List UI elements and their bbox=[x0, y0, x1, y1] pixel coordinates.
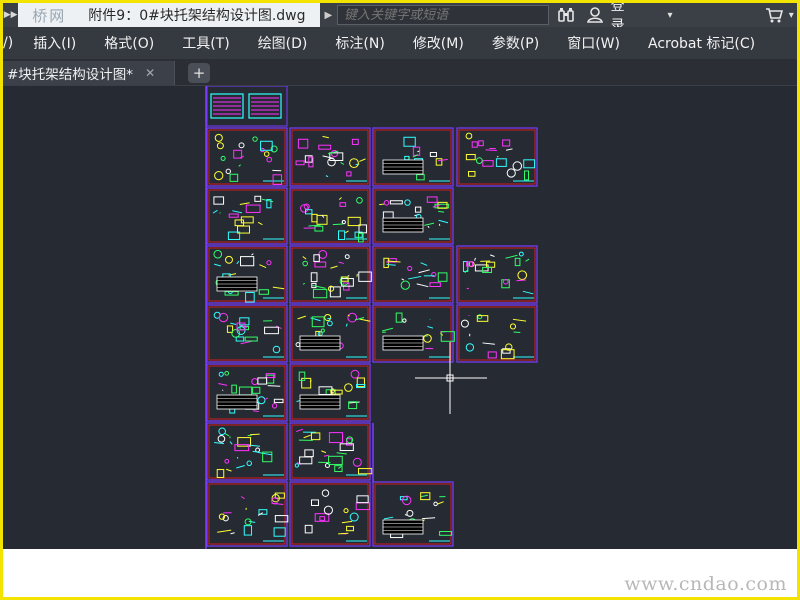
tab-active-drawing[interactable]: #块托架结构设计图* ✕ bbox=[3, 61, 175, 85]
menu-item-draw[interactable]: 绘图(D) bbox=[258, 33, 336, 53]
autocad-window: ▶▶ 桥网 附件9：0#块托架结构设计图.dwg ▶ 登录 ▾ ▾ /) 插入(… bbox=[3, 3, 797, 597]
menu-item-modify[interactable]: 修改(M) bbox=[413, 33, 492, 53]
menu-item-insert[interactable]: 插入(I) bbox=[33, 33, 104, 53]
dropdown-arrow-icon[interactable]: ▾ bbox=[663, 3, 676, 27]
bottom-panel: www.cndao.com bbox=[3, 549, 797, 597]
menu-item-window[interactable]: 窗口(W) bbox=[567, 33, 648, 53]
drawing-sheet bbox=[289, 304, 371, 363]
menu-item-view-partial[interactable]: /) bbox=[3, 35, 33, 51]
document-tab-bar: #块托架结构设计图* ✕ + bbox=[3, 59, 797, 85]
watermark: www.cndao.com bbox=[624, 573, 787, 595]
title-bar: ▶▶ 桥网 附件9：0#块托架结构设计图.dwg ▶ 登录 ▾ ▾ bbox=[3, 3, 797, 34]
app-menu-icon[interactable]: ▶▶ bbox=[3, 3, 18, 27]
menu-item-format[interactable]: 格式(O) bbox=[104, 33, 182, 53]
menu-item-parametric[interactable]: 参数(P) bbox=[492, 33, 567, 53]
menu-item-acrobat[interactable]: Acrobat 标记(C) bbox=[648, 33, 755, 53]
search-arrow-icon[interactable]: ▶ bbox=[320, 3, 337, 27]
tab-label: #块托架结构设计图* bbox=[7, 67, 134, 83]
binoculars-icon[interactable] bbox=[549, 3, 583, 27]
drawing-sheet bbox=[372, 245, 454, 304]
menu-bar: /) 插入(I) 格式(O) 工具(T) 绘图(D) 标注(N) 修改(M) 参… bbox=[3, 27, 797, 59]
drawing-sheet bbox=[206, 363, 288, 422]
drawing-sheet bbox=[456, 245, 538, 304]
new-tab-button[interactable]: + bbox=[188, 63, 210, 83]
drawing-sheet bbox=[456, 304, 538, 363]
drawing-sheet bbox=[206, 127, 288, 187]
drawing-sheet bbox=[206, 245, 288, 304]
close-icon[interactable]: ✕ bbox=[145, 66, 155, 80]
menu-item-dimension[interactable]: 标注(N) bbox=[335, 33, 412, 53]
menu-item-tools[interactable]: 工具(T) bbox=[182, 33, 257, 53]
cart-dropdown-icon[interactable]: ▾ bbox=[786, 3, 797, 27]
site-logo: 桥网 bbox=[18, 3, 75, 27]
drawing-canvas[interactable] bbox=[3, 85, 797, 550]
cart-icon[interactable] bbox=[763, 3, 786, 27]
document-title: 附件9：0#块托架结构设计图.dwg bbox=[74, 3, 320, 27]
user-icon[interactable] bbox=[584, 3, 607, 27]
logo-text: 桥网 bbox=[32, 7, 67, 25]
drawing-sheets bbox=[205, 86, 538, 550]
search-input[interactable] bbox=[336, 5, 550, 25]
drawing-sheet bbox=[289, 187, 371, 245]
drawing-sheet bbox=[372, 187, 454, 245]
